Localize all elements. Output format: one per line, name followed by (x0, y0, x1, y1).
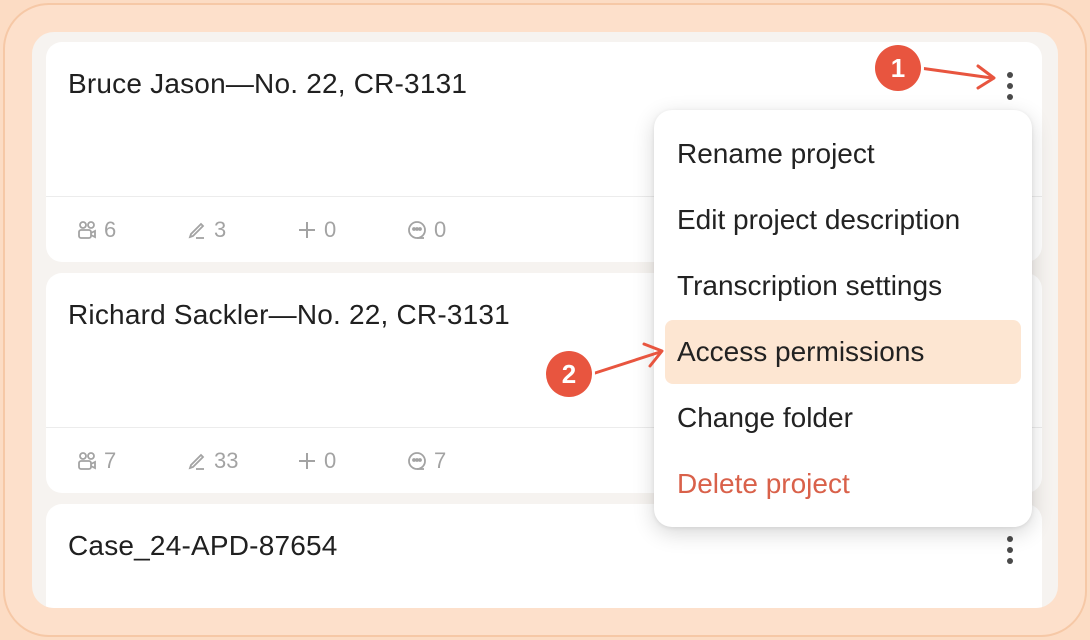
members-icon (78, 221, 96, 239)
project-title: Case_24-APD-87654 (68, 530, 338, 561)
members-count: 7 (104, 448, 117, 473)
members-stat: 7 (76, 448, 186, 474)
edits-stat: 3 (186, 217, 296, 243)
members-icon (78, 452, 96, 470)
step-1-badge: 1 (875, 45, 921, 91)
plus-icon (299, 453, 315, 469)
more-options-icon[interactable] (998, 530, 1022, 570)
step-2-badge: 2 (546, 351, 592, 397)
project-stats: 7 33 0 7 (76, 447, 516, 475)
more-options-icon[interactable] (998, 66, 1022, 106)
edits-stat: 33 (186, 448, 296, 474)
change-folder-item[interactable]: Change folder (665, 386, 1021, 450)
added-stat: 0 (296, 448, 406, 474)
members-count: 6 (104, 217, 117, 242)
transcript-icon (408, 221, 426, 239)
transcripts-stat: 7 (406, 448, 516, 474)
project-context-menu: Rename project Edit project description … (654, 110, 1032, 527)
rename-project-item[interactable]: Rename project (665, 122, 1021, 186)
project-title: Richard Sackler—No. 22, CR-3131 (68, 299, 510, 330)
added-stat: 0 (296, 217, 406, 243)
added-count: 0 (324, 217, 337, 242)
added-count: 0 (324, 448, 337, 473)
transcripts-stat: 0 (406, 217, 516, 243)
members-stat: 6 (76, 217, 186, 243)
transcripts-count: 0 (434, 217, 447, 242)
plus-icon (299, 222, 315, 238)
project-title: Bruce Jason—No. 22, CR-3131 (68, 68, 468, 99)
transcripts-count: 7 (434, 448, 447, 473)
pen-icon (188, 222, 205, 239)
transcript-icon (408, 452, 426, 470)
edits-count: 3 (214, 217, 227, 242)
transcription-settings-item[interactable]: Transcription settings (665, 254, 1021, 318)
delete-project-item[interactable]: Delete project (665, 452, 1021, 516)
access-permissions-item[interactable]: Access permissions (665, 320, 1021, 384)
edits-count: 33 (214, 448, 239, 473)
edit-description-item[interactable]: Edit project description (665, 188, 1021, 252)
pen-icon (188, 453, 205, 470)
project-stats: 6 3 0 0 (76, 216, 516, 244)
